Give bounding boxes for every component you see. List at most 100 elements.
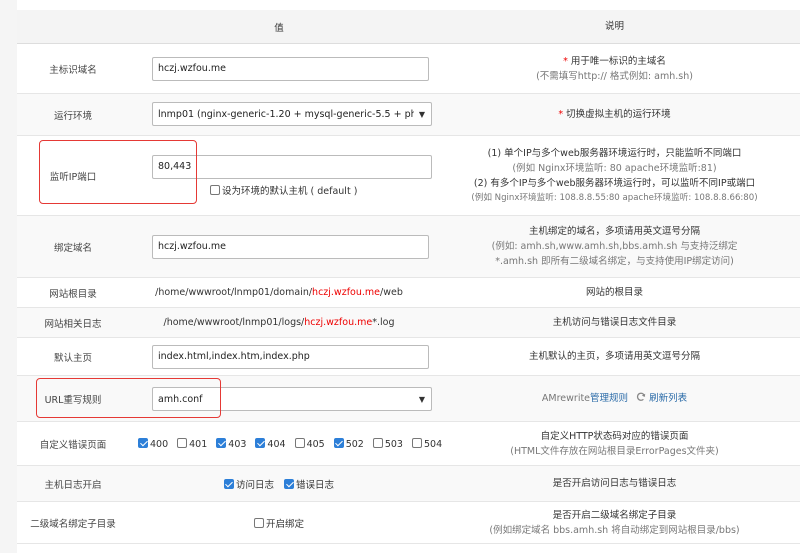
rewrite-label: URL重写规则 — [44, 394, 102, 406]
web-root-path-domain: hczj.wzfou.me — [312, 287, 380, 298]
subdomain-enable-option[interactable]: 开启绑定 — [253, 516, 304, 530]
error-page-option-400[interactable]: 400 — [138, 437, 168, 450]
refresh-list-link[interactable]: 刷新列表 — [636, 391, 687, 406]
rewrite-desc-prefix: AMrewrite — [541, 393, 591, 404]
chevron-down-icon: ▼ — [418, 110, 425, 119]
web-log-path-domain: hczj.wzfou.me — [304, 317, 373, 328]
environment-select[interactable]: lnmp01 (nginx-generic-1.20 + mysql-gener… — [152, 102, 432, 126]
web-root-desc: 网站的根目录 — [585, 287, 643, 298]
bind-domain-desc-sub2: *.amh.sh 即所有二级域名绑定，与支持使用IP绑定访问) — [495, 256, 734, 267]
listen-port-desc-2-sub: (例如 Nginx环境监听: 108.8.8.55:80 apache环境监听:… — [471, 192, 758, 203]
error-page-option-401[interactable]: 401 — [177, 437, 208, 450]
header-label-col — [17, 10, 129, 43]
error-pages-desc-text: 自定义HTTP状态码对应的错误页面 — [540, 430, 689, 442]
bind-domain-input[interactable] — [152, 234, 429, 259]
error-page-checkbox-404[interactable] — [255, 437, 266, 448]
error-page-checkbox-401[interactable] — [177, 437, 188, 448]
error-pages-desc: 自定义HTTP状态码对应的错误页面 (HTML文件存放在网站根目录ErrorPa… — [429, 422, 800, 465]
primary-domain-cell — [129, 44, 429, 93]
primary-domain-desc: * 用于唯一标识的主域名 (不需填写http:// 格式例如: amh.sh) — [429, 44, 800, 93]
primary-domain-desc-sub: (不需填写http:// 格式例如: amh.sh) — [536, 70, 693, 82]
listen-port-cell: 设为环境的默认主机 ( default ) — [129, 136, 432, 215]
web-log-path-suffix: *.log — [372, 317, 395, 328]
error-page-option-404[interactable]: 404 — [255, 437, 286, 450]
web-log-path-prefix: /home/wwwroot/lnmp01/logs/ — [163, 317, 305, 328]
environment-desc: * 切换虚拟主机的运行环境 — [429, 94, 800, 135]
listen-port-desc-1-sub: (例如 Nginx环境监听: 80 apache环境监听:81) — [512, 162, 717, 174]
access-log-checkbox[interactable] — [223, 478, 234, 489]
required-star: * — [558, 109, 567, 120]
environment-select-value: lnmp01 (nginx-generic-1.20 + mysql-gener… — [158, 108, 414, 120]
default-index-cell — [129, 338, 429, 375]
rewrite-cell: amh.conf ▼ — [129, 376, 432, 421]
row-subdomain: 二级域名绑定子目录 开启绑定 是否开启二级域名绑定子目录 (例如绑定域名 bbs… — [17, 502, 800, 544]
error-page-option-405[interactable]: 405 — [294, 437, 325, 450]
error-page-option-502[interactable]: 502 — [333, 437, 364, 450]
error-page-checkbox-400[interactable] — [138, 437, 148, 448]
refresh-list-label: 刷新列表 — [649, 393, 688, 404]
primary-domain-desc-text: 用于唯一标识的主域名 — [570, 55, 666, 67]
subdomain-enable-checkbox[interactable] — [253, 517, 264, 528]
primary-domain-input[interactable] — [152, 56, 429, 81]
access-log-label: 访问日志 — [235, 479, 274, 491]
listen-port-input[interactable] — [152, 154, 432, 179]
error-pages-desc-sub: (HTML文件存放在网站根目录ErrorPages文件夹) — [510, 445, 719, 457]
environment-cell: lnmp01 (nginx-generic-1.20 + mysql-gener… — [129, 94, 432, 135]
error-page-code: 401 — [189, 438, 208, 450]
error-page-checkbox-403[interactable] — [216, 437, 227, 448]
host-log-label: 主机日志开启 — [44, 479, 102, 491]
rewrite-select[interactable]: amh.conf ▼ — [152, 387, 432, 411]
manage-rules-link[interactable]: 管理规则 — [590, 391, 628, 406]
error-page-code: 405 — [306, 438, 325, 450]
default-host-label: 设为环境的默认主机 ( default ) — [222, 185, 358, 197]
error-page-checkbox-503[interactable] — [372, 437, 383, 448]
subdomain-enable-label: 开启绑定 — [265, 518, 304, 530]
default-host-checkbox[interactable] — [210, 184, 220, 195]
error-page-option-503[interactable]: 503 — [372, 437, 403, 450]
web-root-path-suffix: /web — [380, 287, 403, 298]
bind-domain-desc-sub1: (例如: amh.sh,www.amh.sh,bbs.amh.sh 与支持泛绑定 — [491, 241, 738, 252]
access-log-option[interactable]: 访问日志 — [223, 477, 274, 491]
web-root-path-prefix: /home/wwwroot/lnmp01/domain/ — [155, 287, 313, 298]
error-pages-options: 400 401 403 404 405 502 503 504 — [129, 422, 442, 465]
subdomain-desc: 是否开启二级域名绑定子目录 (例如绑定域名 bbs.amh.sh 将自动绑定到网… — [429, 502, 800, 543]
error-log-checkbox[interactable] — [284, 478, 294, 489]
listen-port-desc-1: (1) 单个IP与多个web服务器环境运行时，只能监听不同端口 — [487, 147, 742, 159]
row-error-pages: 自定义错误页面 400 401 403 404 405 502 503 504 自定义HTTP… — [17, 422, 800, 466]
row-web-root: 网站根目录 /home/wwwroot/lnmp01/domain/hczj.w… — [17, 278, 800, 308]
default-index-desc: 主机默认的主页，多项请用英文逗号分隔 — [528, 351, 700, 362]
error-log-option[interactable]: 错误日志 — [284, 477, 334, 491]
web-log-desc: 主机访问与错误日志文件目录 — [552, 317, 677, 328]
host-log-cell: 访问日志 错误日志 — [129, 466, 429, 501]
web-log-cell: /home/wwwroot/lnmp01/logs/hczj.wzfou.me*… — [129, 308, 429, 337]
error-page-checkbox-504[interactable] — [411, 437, 422, 448]
error-page-code: 503 — [384, 438, 403, 450]
environment-label: 运行环境 — [53, 110, 92, 122]
row-environment: 运行环境 lnmp01 (nginx-generic-1.20 + mysql-… — [17, 94, 800, 136]
header-desc-col: 说明 — [604, 21, 624, 32]
subdomain-label: 二级域名绑定子目录 — [30, 518, 116, 530]
error-log-label: 错误日志 — [296, 479, 335, 491]
listen-port-label: 监听IP端口 — [49, 171, 97, 183]
primary-domain-label: 主标识域名 — [49, 64, 97, 76]
host-log-desc: 是否开启访问日志与错误日志 — [552, 478, 677, 489]
default-host-option[interactable]: 设为环境的默认主机 ( default ) — [210, 183, 357, 197]
listen-port-desc-2: (2) 有多个IP与多个web服务器环境运行时，可以监听不同IP或端口 — [473, 177, 756, 189]
environment-desc-text: 切换虚拟主机的运行环境 — [566, 109, 671, 120]
rewrite-desc: AMrewrite 管理规则 刷新列表 — [429, 376, 800, 421]
bind-domain-desc: 主机绑定的域名，多项请用英文逗号分隔 (例如: amh.sh,www.amh.s… — [429, 216, 800, 277]
web-root-cell: /home/wwwroot/lnmp01/domain/hczj.wzfou.m… — [129, 278, 429, 307]
default-index-input[interactable] — [152, 344, 429, 369]
error-page-code: 403 — [228, 438, 247, 450]
error-page-checkbox-502[interactable] — [333, 437, 344, 448]
error-pages-label: 自定义错误页面 — [39, 439, 107, 451]
bind-domain-cell — [129, 216, 429, 277]
error-page-checkbox-405[interactable] — [294, 437, 305, 448]
refresh-icon — [636, 392, 646, 401]
row-default-index: 默认主页 主机默认的主页，多项请用英文逗号分隔 — [17, 338, 800, 376]
subdomain-desc-text: 是否开启二级域名绑定子目录 — [552, 509, 677, 521]
default-index-label: 默认主页 — [53, 352, 92, 364]
error-page-code: 404 — [267, 438, 286, 450]
error-page-option-403[interactable]: 403 — [216, 437, 247, 450]
bind-domain-desc-text: 主机绑定的域名，多项请用英文逗号分隔 — [528, 226, 700, 237]
